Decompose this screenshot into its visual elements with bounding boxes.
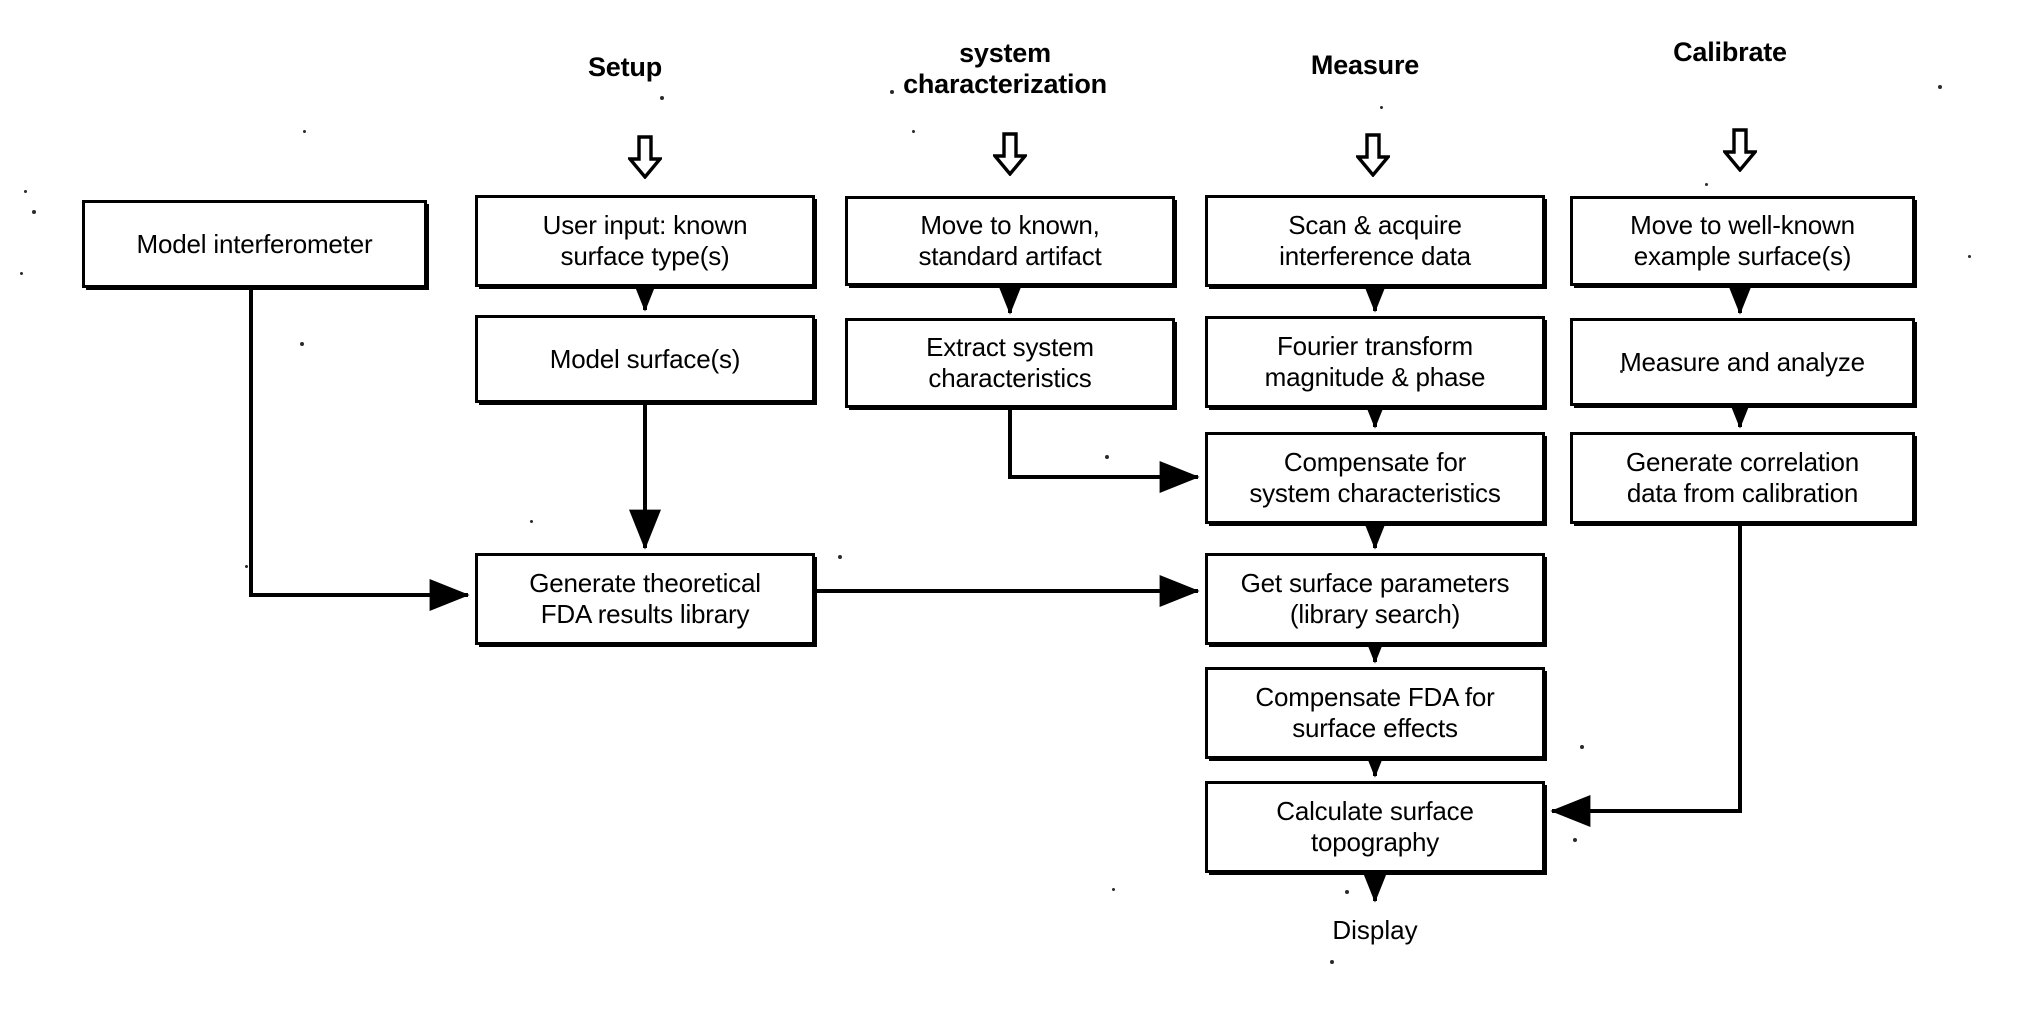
scan-speck (1705, 183, 1708, 186)
down-block-arrow-icon (993, 132, 1027, 176)
scan-speck (303, 130, 306, 133)
column-header-measure: Measure (1310, 50, 1420, 80)
edge-extract-to-compensate (1008, 408, 1200, 494)
scan-speck (24, 190, 27, 193)
node-measure-and-analyze[interactable]: Measure and analyze (1570, 318, 1915, 406)
scan-speck (1380, 106, 1383, 109)
scan-speck (912, 130, 915, 133)
down-block-arrow-icon (628, 135, 662, 179)
scan-speck (1105, 455, 1109, 459)
node-model-interferometer[interactable]: Model interferometer (82, 200, 427, 288)
edge-correlation-to-calculate (1550, 524, 1742, 827)
scan-speck (32, 210, 36, 214)
scan-speck (660, 96, 664, 100)
column-header-setup: Setup (587, 52, 662, 82)
scan-speck (1573, 838, 1577, 842)
node-fourier-transform[interactable]: Fourier transform magnitude & phase (1205, 316, 1545, 408)
scan-speck (245, 565, 248, 568)
down-block-arrow-icon (1723, 128, 1757, 172)
node-compensate-system-characteristics[interactable]: Compensate for system characteristics (1205, 432, 1545, 524)
node-calculate-topography[interactable]: Calculate surface topography (1205, 781, 1545, 873)
scan-speck (1330, 960, 1334, 964)
node-generate-correlation-data[interactable]: Generate correlation data from calibrati… (1570, 432, 1915, 524)
scan-speck (1345, 890, 1349, 894)
scan-speck (838, 555, 842, 559)
scan-speck (1938, 85, 1942, 89)
scan-speck (1580, 745, 1584, 749)
node-move-example-surfaces[interactable]: Move to well-known example surface(s) (1570, 196, 1915, 286)
scan-speck (1112, 888, 1115, 891)
scan-speck (1620, 370, 1623, 373)
node-compensate-fda[interactable]: Compensate FDA for surface effects (1205, 667, 1545, 759)
edge-model-interferometer-to-library (249, 288, 470, 612)
node-generate-fda-library[interactable]: Generate theoretical FDA results library (475, 553, 815, 645)
display-label: Display (1332, 915, 1418, 945)
flowchart-canvas: Setup system characterization Measure Ca… (0, 0, 2017, 1017)
scan-speck (20, 272, 23, 275)
node-model-surfaces[interactable]: Model surface(s) (475, 315, 815, 403)
node-move-standard-artifact[interactable]: Move to known, standard artifact (845, 196, 1175, 286)
node-user-input[interactable]: User input: known surface type(s) (475, 195, 815, 287)
node-extract-system-characteristics[interactable]: Extract system characteristics (845, 318, 1175, 408)
scan-speck (300, 342, 304, 346)
column-header-calibrate: Calibrate (1673, 37, 1787, 67)
node-scan-acquire[interactable]: Scan & acquire interference data (1205, 195, 1545, 287)
scan-speck (530, 520, 533, 523)
down-block-arrow-icon (1356, 133, 1390, 177)
node-get-surface-parameters[interactable]: Get surface parameters (library search) (1205, 553, 1545, 645)
scan-speck (890, 90, 894, 94)
column-header-system-characterization: system characterization (903, 38, 1107, 99)
scan-speck (1968, 255, 1971, 258)
